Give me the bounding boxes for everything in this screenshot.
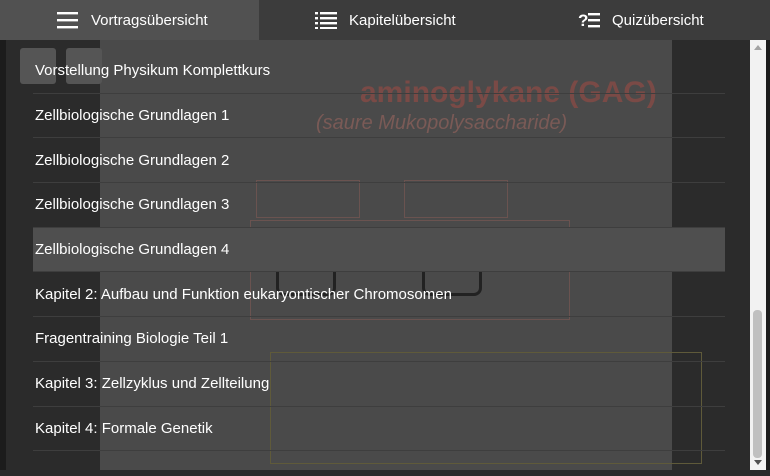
menu-item-label: Fragentraining Biologie Teil 1	[35, 330, 229, 348]
bottom-edge	[0, 470, 770, 476]
list-icon	[315, 11, 337, 29]
menu-item-label: Kapitel 4: Formale Genetik	[35, 419, 213, 437]
menu-item-label: Zellbiologische Grundlagen 4	[35, 241, 230, 259]
menu-item-label: Zellbiologische Grundlagen 3	[35, 196, 230, 214]
menu-item-label: Kapitel 3: Zellzyklus und Zellteilung	[35, 375, 270, 393]
menu-item[interactable]: Fragentraining Biologie Teil 1	[33, 317, 725, 362]
hamburger-icon	[57, 11, 79, 29]
scroll-up-icon[interactable]	[754, 45, 762, 50]
menu-item[interactable]: Vorstellung Physikum Komplettkurs	[33, 49, 725, 94]
tab-bar: Vortragsübersicht Kapitelübersicht ? Qui…	[0, 0, 770, 40]
menu-item[interactable]: Kapitel 3: Zellzyklus und Zellteilung	[33, 362, 725, 407]
menu-item[interactable]: Kapitel 4: Formale Genetik	[33, 407, 725, 452]
menu-item-label: Kapitel 2: Aufbau und Funktion eukaryont…	[35, 285, 452, 303]
lecture-menu: Vorstellung Physikum Komplettkurs Zellbi…	[33, 49, 725, 452]
svg-text:?: ?	[578, 11, 588, 29]
tab-quizuebersicht[interactable]: ? Quizübersicht	[519, 0, 770, 40]
menu-item[interactable]: Zellbiologische Grundlagen 3	[33, 183, 725, 228]
quiz-list-icon: ?	[578, 11, 600, 29]
scrollbar-thumb[interactable]	[753, 310, 762, 458]
scroll-down-icon[interactable]	[754, 460, 762, 465]
tab-kapiteluebersicht[interactable]: Kapitelübersicht	[259, 0, 519, 40]
menu-item-label: Vorstellung Physikum Komplettkurs	[35, 62, 271, 80]
menu-item-label: Zellbiologische Grundlagen 1	[35, 107, 230, 125]
tab-label: Vortragsübersicht	[91, 11, 208, 29]
menu-item-label: Zellbiologische Grundlagen 2	[35, 151, 230, 169]
menu-item[interactable]: Kapitel 2: Aufbau und Funktion eukaryont…	[33, 272, 725, 318]
tab-label: Kapitelübersicht	[349, 11, 456, 29]
tab-vortragsuebersicht[interactable]: Vortragsübersicht	[0, 0, 259, 40]
menu-item[interactable]: Zellbiologische Grundlagen 1	[33, 94, 725, 139]
menu-item[interactable]: Zellbiologische Grundlagen 2	[33, 138, 725, 184]
scrollbar[interactable]	[750, 40, 766, 470]
tab-label: Quizübersicht	[612, 11, 704, 29]
content-stage: aminoglykane (GAG) (saure Mukopolysaccha…	[6, 40, 764, 470]
menu-item-active[interactable]: Zellbiologische Grundlagen 4	[33, 227, 725, 273]
